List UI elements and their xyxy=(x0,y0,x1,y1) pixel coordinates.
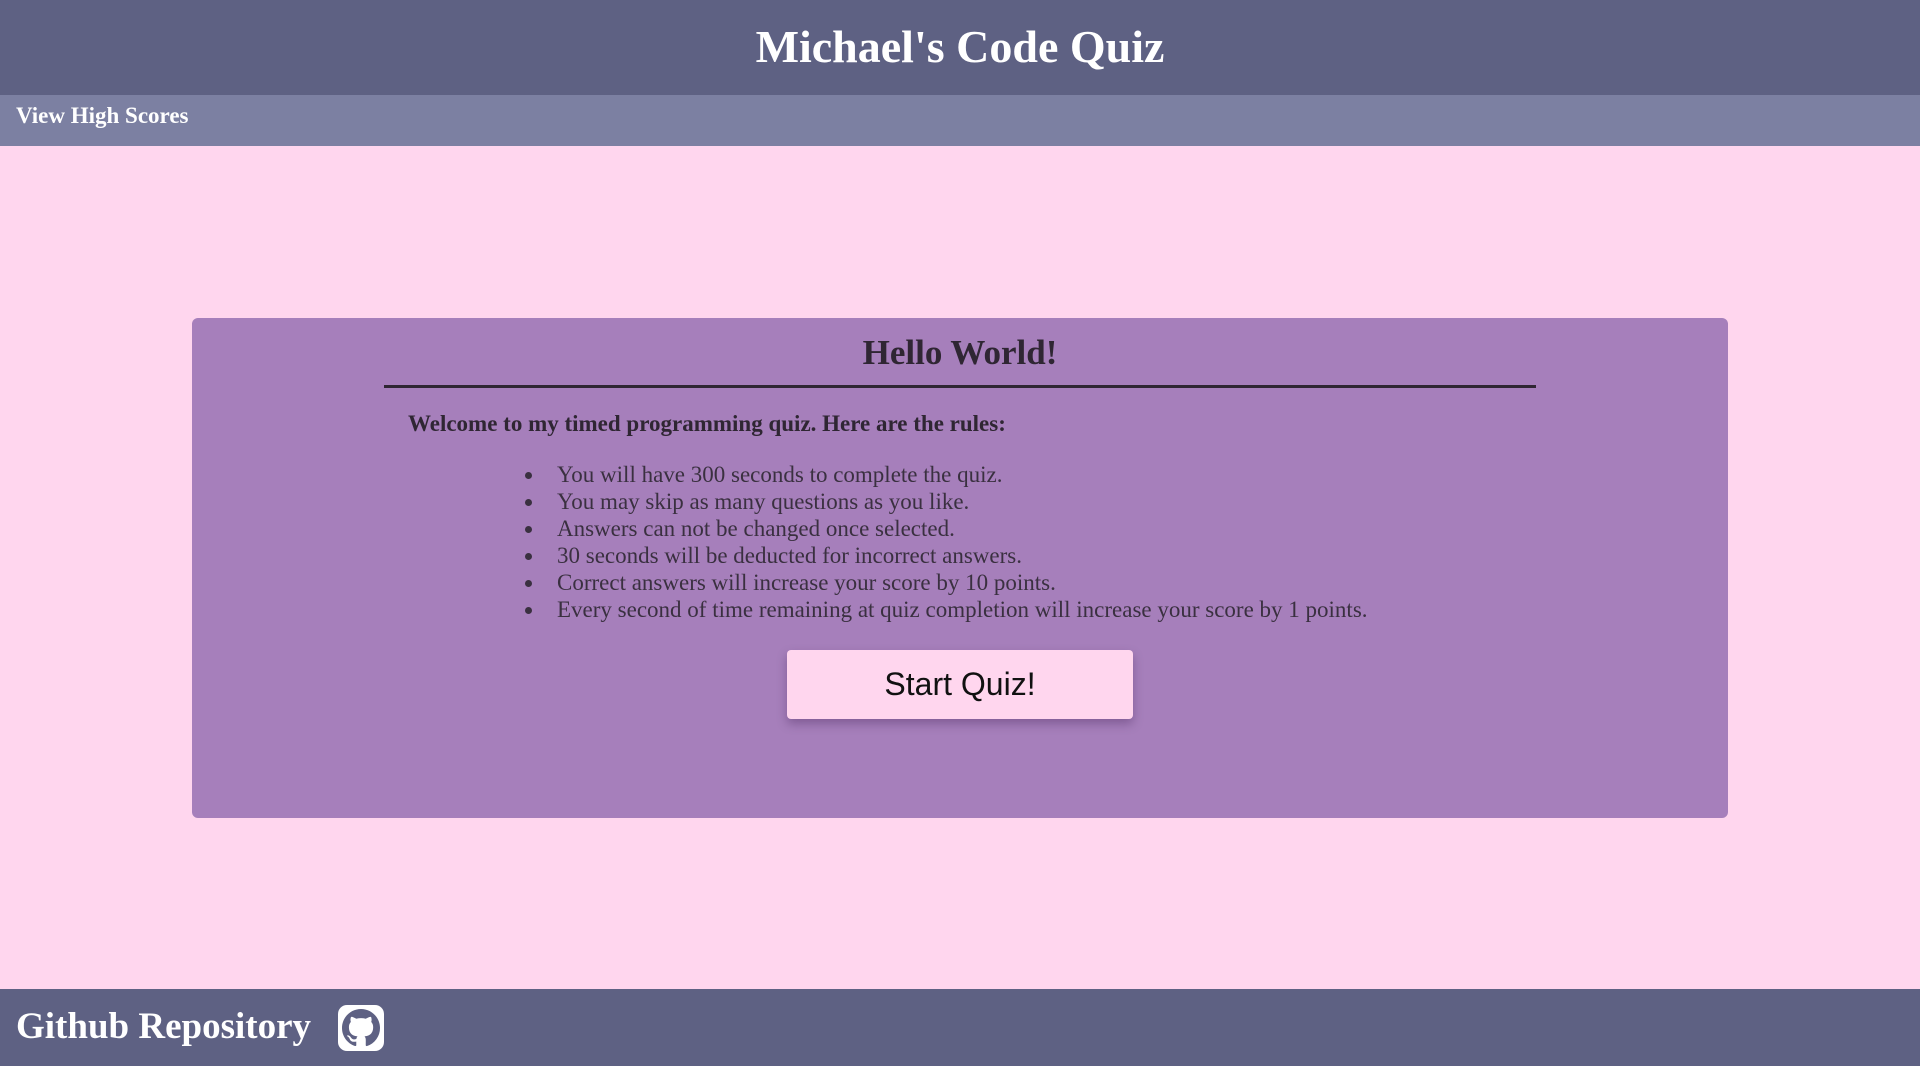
rule-item: Every second of time remaining at quiz c… xyxy=(545,596,1368,623)
rule-item: Correct answers will increase your score… xyxy=(545,569,1368,596)
rule-item: You may skip as many questions as you li… xyxy=(545,488,1368,515)
card-heading: Hello World! xyxy=(862,333,1058,372)
rule-item: You will have 300 seconds to complete th… xyxy=(545,461,1368,488)
github-repository-link[interactable]: Github Repository xyxy=(16,1005,311,1048)
view-high-scores-link[interactable]: View High Scores xyxy=(16,103,189,129)
github-icon[interactable] xyxy=(338,1005,384,1051)
page-title: Michael's Code Quiz xyxy=(755,21,1165,72)
rule-item: 30 seconds will be deducted for incorrec… xyxy=(545,542,1368,569)
site-header: Michael's Code Quiz xyxy=(0,0,1920,95)
intro-text: Welcome to my timed programming quiz. He… xyxy=(408,411,1006,436)
nav-bar: View High Scores xyxy=(0,95,1920,146)
start-quiz-button[interactable]: Start Quiz! xyxy=(787,650,1133,719)
quiz-intro-card: Hello World! Welcome to my timed program… xyxy=(192,318,1728,818)
rules-list: You will have 300 seconds to complete th… xyxy=(517,461,1368,623)
site-footer: Github Repository xyxy=(0,989,1920,1066)
rule-item: Answers can not be changed once selected… xyxy=(545,515,1368,542)
heading-divider xyxy=(384,385,1536,388)
